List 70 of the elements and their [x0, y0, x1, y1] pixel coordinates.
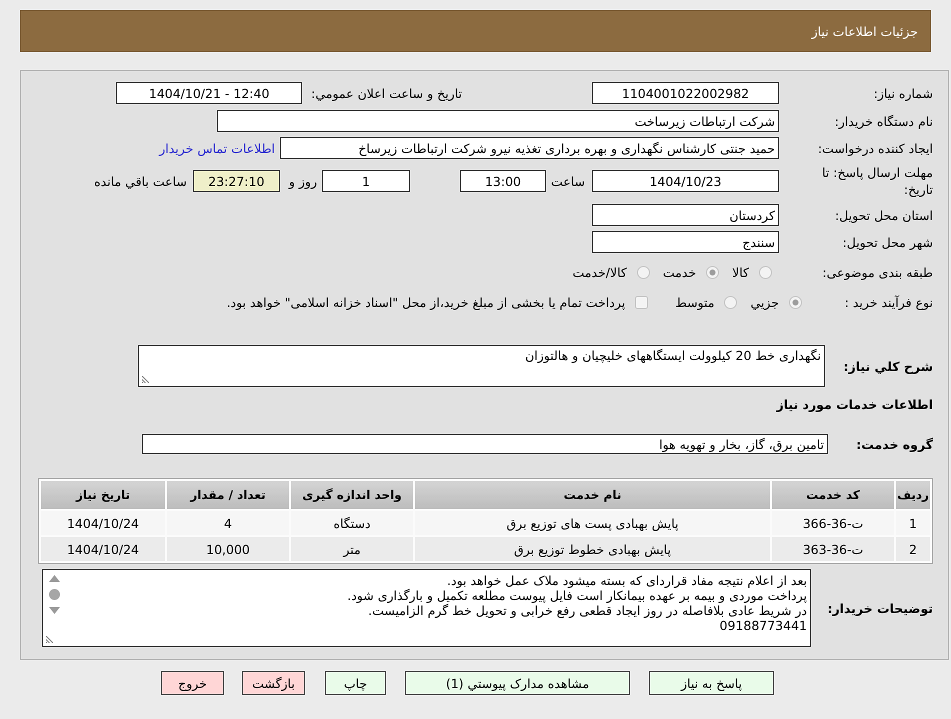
action-button[interactable]: پاسخ به نیاز [649, 671, 774, 695]
table-cell: 4 [167, 511, 289, 535]
radio-button[interactable] [759, 266, 772, 278]
text-field[interactable]: 1404/10/21 - 12:40 [116, 82, 302, 104]
page-title: جزئیات اطلاعات نیاز [812, 24, 918, 38]
table-cell: 1404/10/24 [41, 537, 165, 561]
field-label: شهر محل تحویل: [842, 234, 933, 250]
radio-label: متوسط [675, 294, 714, 310]
table-cell: پایش بهبادی خطوط توزیع برق [415, 537, 770, 561]
checkbox[interactable] [635, 296, 648, 308]
field-label: روز و [288, 174, 317, 188]
table-cell: ت-36-366 [772, 511, 894, 535]
column-header: نام خدمت [415, 481, 770, 509]
column-header: واحد اندازه گیری [291, 481, 413, 509]
field-label: توضیحات خریدار: [826, 600, 933, 616]
field-label: شرح کلي نیاز: [842, 358, 933, 374]
column-header: ردیف [896, 481, 930, 509]
field-label: نوع فرآیند خرید : [844, 294, 933, 310]
action-button[interactable]: بازگشت [242, 671, 305, 695]
text-field[interactable]: تامین برق، گاز، بخار و تهویه هوا [142, 434, 828, 454]
text-field[interactable]: شرکت ارتباطات زیرساخت [217, 110, 779, 132]
column-header: تعداد / مقدار [167, 481, 289, 509]
text-field[interactable]: کردستان [592, 204, 779, 226]
checkbox-label: پرداخت تمام یا بخشی از مبلغ خرید،از محل "اسناد خزانه اسلامی" خواهد بود. [226, 294, 626, 310]
field-label: نام دستگاه خریدار: [834, 114, 933, 128]
table-cell: 2 [896, 537, 930, 561]
text-field[interactable]: 23:27:10 [192, 170, 280, 192]
table-cell: ت-36-363 [772, 537, 894, 561]
field-label: ساعت [550, 174, 585, 188]
radio-label: کالا/خدمت [572, 264, 627, 280]
radio-button[interactable] [789, 296, 802, 308]
radio-label: جزيي [750, 294, 779, 310]
field-label: تاریخ و ساعت اعلان عمومي: [311, 86, 462, 100]
text-field[interactable]: 1404/10/23 [592, 170, 779, 192]
table-cell: 1404/10/24 [41, 511, 165, 535]
table-cell: 10,000 [167, 537, 289, 561]
description-field[interactable]: نگهداری خط 20 کیلوولت ایستگاههای خلیچیان و هالتوزان [138, 345, 825, 387]
column-header: تاریخ نیاز [41, 481, 165, 509]
text-field[interactable]: حمید جنتی کارشناس نگهداری و بهره برداری تغذیه نیرو شرکت ارتباطات زیرساخ [280, 137, 779, 159]
radio-button[interactable] [724, 296, 738, 308]
radio-button[interactable] [636, 266, 650, 278]
buyer-contact-link[interactable]: اطلاعات تماس خریدار [159, 140, 275, 156]
section-title: اطلاعات خدمات مورد نیاز [776, 396, 933, 412]
field-label: استان محل تحویل: [834, 208, 933, 222]
text-field[interactable]: 1104001022002982 [592, 82, 779, 104]
table-cell: دستگاه [291, 511, 413, 535]
action-button[interactable]: مشاهده مدارک پیوستي (1) [405, 671, 630, 695]
action-button[interactable]: چاپ [325, 671, 386, 695]
field-label: گروه خدمت: [855, 436, 933, 452]
radio-label: خدمت [662, 264, 696, 280]
text-field[interactable]: 1 [322, 170, 410, 192]
table-cell: 1 [896, 511, 930, 535]
resize-grip-icon [142, 376, 149, 383]
field-label: شماره نیاز: [872, 86, 933, 100]
radio-label: کالا [732, 264, 749, 280]
scroll-thumb[interactable] [48, 589, 60, 600]
action-button[interactable]: خروج [161, 671, 224, 695]
column-header: کد خدمت [772, 481, 894, 509]
field-label: طبقه بندی موضوعی: [821, 264, 933, 280]
text-field[interactable]: 13:00 [460, 170, 546, 192]
scroll-down-icon[interactable] [48, 607, 60, 614]
field-label: ایجاد کننده درخواست: [816, 140, 933, 156]
table-cell: متر [291, 537, 413, 561]
text-field[interactable]: سنندج [592, 231, 779, 253]
table-cell: پایش بهبادی پست های توزیع برق [415, 511, 770, 535]
field-label: ساعت باقي مانده [94, 174, 187, 188]
scroll-up-icon[interactable] [48, 575, 60, 582]
field-label: مهلت ارسال پاسخ: تا تاریخ: [821, 164, 933, 198]
radio-button[interactable] [706, 266, 720, 278]
resize-grip-icon [46, 636, 53, 643]
